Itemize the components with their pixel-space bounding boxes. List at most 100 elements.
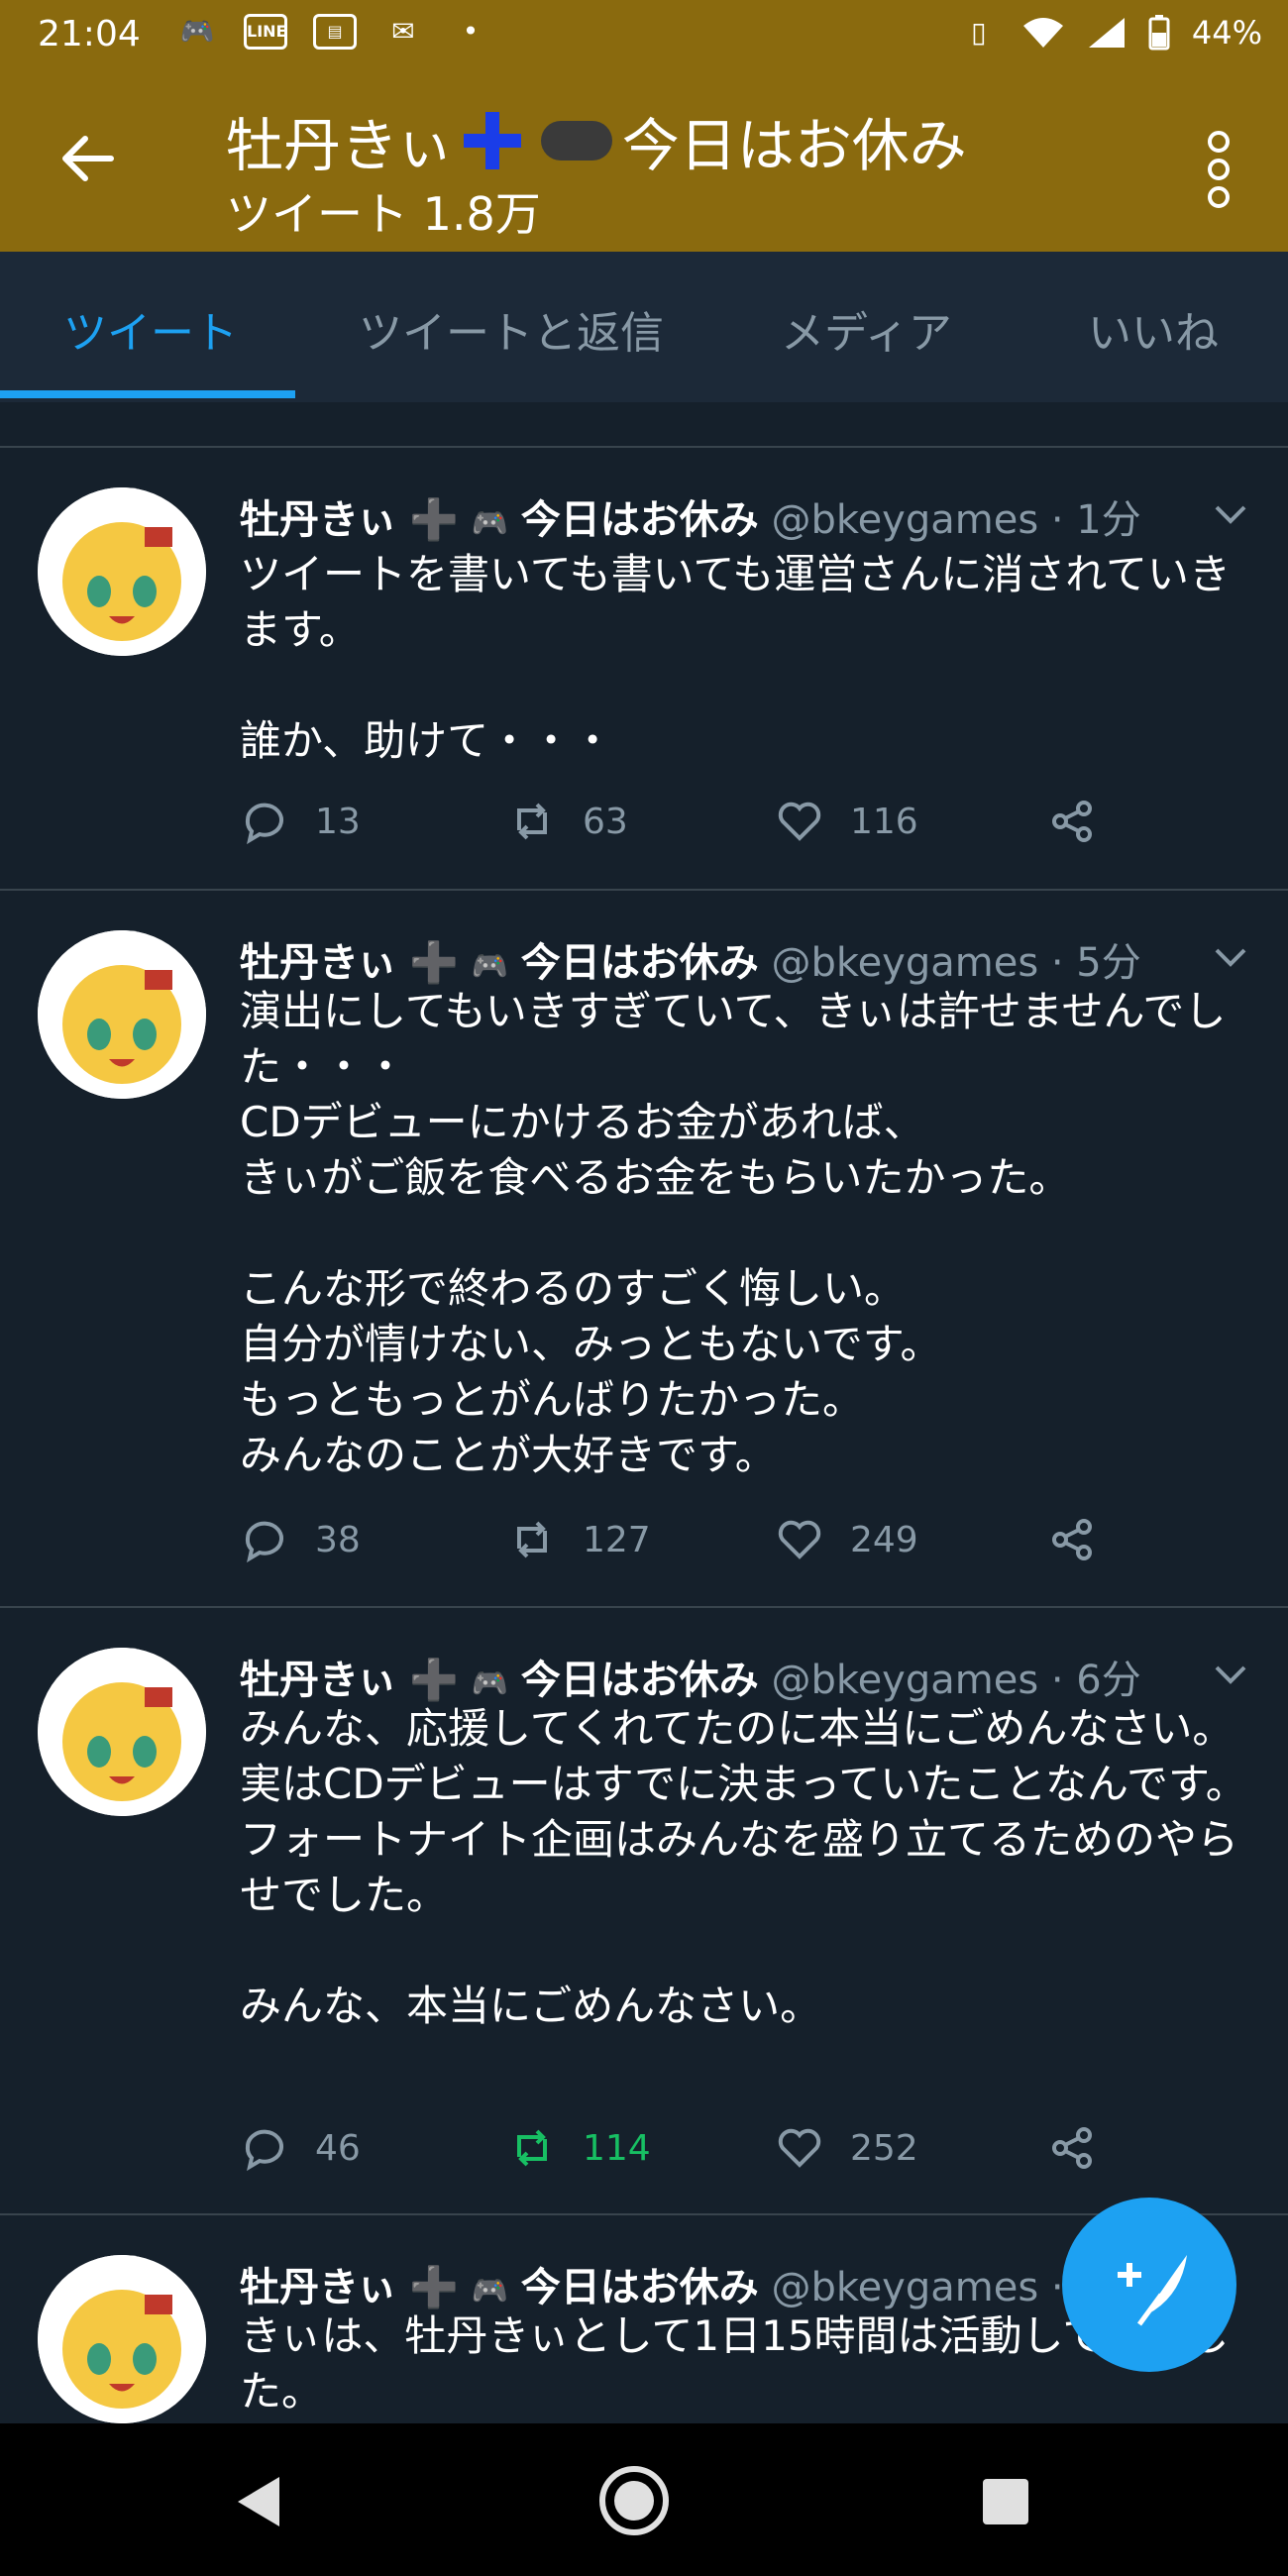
heart-icon (778, 802, 821, 841)
status-time: 21:04 (38, 14, 141, 54)
share-icon (1052, 1519, 1092, 1560)
active-tab-indicator (0, 390, 295, 398)
tweet-actions: 46 114 252 (240, 2123, 1231, 2183)
battery-percent: 44% (1191, 14, 1262, 52)
compose-tweet-button[interactable] (1062, 2198, 1236, 2372)
like-count: 249 (850, 1519, 918, 1560)
author-name[interactable]: 牡丹きぃ (240, 1658, 396, 1703)
retweet-icon (517, 2129, 547, 2167)
tab-media[interactable]: メディア (781, 297, 952, 361)
tweet-actions: 13 63 116 (240, 797, 1231, 856)
retweet-icon (517, 803, 547, 840)
nav-home-icon[interactable] (598, 2465, 670, 2536)
avatar[interactable] (38, 930, 206, 1099)
retweet-count: 63 (583, 801, 628, 842)
retweet-button[interactable]: 63 (507, 797, 628, 846)
share-button[interactable] (1048, 797, 1124, 846)
avatar-image (38, 487, 206, 656)
like-count: 252 (850, 2127, 918, 2169)
tweet-text: みんな、応援してくれてたのに本当にごめんなさい。 実はCDデビューはすでに決まっ… (240, 1704, 1247, 2030)
system-navigation-bar (0, 2423, 1288, 2576)
avatar[interactable] (38, 1648, 206, 1816)
tweet-actions: 38 127 249 (240, 1515, 1231, 1574)
share-button[interactable] (1048, 2123, 1124, 2173)
retweet-button[interactable]: 114 (507, 2123, 651, 2173)
like-count: 116 (850, 801, 918, 842)
reply-count: 13 (315, 801, 361, 842)
tweet-text: ツイートを書いても書いても運営さんに消されていきます。 誰か、助けて・・・ (240, 550, 1232, 765)
reply-icon (245, 803, 283, 845)
reply-count: 38 (315, 1519, 361, 1560)
profile-name-suffix: 今日はお休み (621, 112, 967, 179)
app-icon: ▤ (313, 14, 357, 50)
game-notification-icon: 🎮 (179, 15, 215, 48)
dot-icon: • (462, 15, 480, 48)
tab-tweets-and-replies[interactable]: ツイートと返信 (359, 297, 664, 361)
retweet-count: 114 (583, 2127, 651, 2169)
chevron-down-icon[interactable] (1213, 946, 1248, 970)
author-name[interactable]: 牡丹きぃ (240, 497, 396, 543)
divider (0, 889, 1288, 891)
system-icons: ▯ 44% (958, 14, 1262, 52)
retweet-button[interactable]: 127 (507, 1515, 651, 1564)
divider (0, 1606, 1288, 1608)
chevron-down-icon[interactable] (1213, 503, 1248, 527)
avatar[interactable] (38, 487, 206, 656)
handle-time: @bkeygames · 5分 (771, 940, 1141, 986)
author-name-suffix[interactable]: 今日はお休み (521, 1658, 759, 1703)
like-button[interactable]: 252 (775, 2123, 918, 2173)
more-options-icon[interactable] (1207, 131, 1231, 208)
author-name-suffix[interactable]: 今日はお休み (521, 2265, 759, 2310)
reply-icon (245, 1521, 283, 1563)
handle-time: @bkeygames · (771, 2265, 1064, 2310)
retweet-count: 127 (583, 1519, 651, 1560)
avatar[interactable] (38, 2255, 206, 2423)
tweet-header: 牡丹きぃ ➕ 🎮 今日はお休み @bkeygames · 5分 (240, 940, 1141, 986)
author-name[interactable]: 牡丹きぃ (240, 940, 396, 986)
tab-likes[interactable]: いいね (1088, 297, 1219, 361)
reply-button[interactable]: 13 (240, 797, 361, 846)
nav-recents-icon[interactable] (981, 2477, 1030, 2526)
profile-header: 牡丹きぃ 今日はお休み ツイート 1.8万 (0, 71, 1288, 252)
vibrate-icon: ▯ (971, 16, 987, 49)
wifi-icon (1022, 18, 1063, 48)
nav-back-icon[interactable] (234, 2475, 283, 2528)
tweet-header: 牡丹きぃ ➕ 🎮 今日はお休み @bkeygames · 1分 (240, 497, 1141, 543)
share-icon (1052, 2127, 1092, 2169)
author-name[interactable]: 牡丹きぃ (240, 2265, 396, 2310)
like-button[interactable]: 249 (775, 1515, 918, 1564)
reply-count: 46 (315, 2127, 361, 2169)
reply-icon (245, 2129, 283, 2172)
author-name-suffix[interactable]: 今日はお休み (521, 940, 759, 986)
line-icon: LINE (244, 14, 287, 50)
reply-button[interactable]: 38 (240, 1515, 361, 1564)
tweet-count: ツイート 1.8万 (226, 187, 541, 241)
tab-tweets[interactable]: ツイート (63, 297, 238, 361)
avatar-image (38, 930, 206, 1099)
profile-tabs: ツイート ツイートと返信 メディア いいね (0, 252, 1288, 402)
share-button[interactable] (1048, 1515, 1124, 1564)
avatar-image (38, 1648, 206, 1816)
profile-title: 牡丹きぃ 今日はお休み (226, 99, 967, 182)
tweet-header: 牡丹きぃ ➕ 🎮 今日はお休み @bkeygames · (240, 2265, 1064, 2310)
like-button[interactable]: 116 (775, 797, 918, 846)
chevron-down-icon[interactable] (1213, 1664, 1248, 1687)
author-name-suffix[interactable]: 今日はお休み (521, 497, 759, 543)
tweet-header: 牡丹きぃ ➕ 🎮 今日はお休み @bkeygames · 6分 (240, 1658, 1141, 1703)
signal-icon (1088, 18, 1125, 48)
feather-plus-icon (1118, 2255, 1187, 2326)
reply-button[interactable]: 46 (240, 2123, 361, 2173)
mail-icon: ✉ (391, 15, 415, 48)
heart-icon (778, 1520, 821, 1559)
blue-plus-icon (460, 108, 525, 173)
handle-time: @bkeygames · 6分 (771, 1658, 1141, 1703)
status-bar: 21:04 🎮 LINE ▤ ✉ • ▯ 44% (0, 0, 1288, 71)
tweet-text: 演出にしてもいきすぎていて、きぃは許せませんでした・・・ CDデビューにかけるお… (240, 987, 1227, 1479)
share-icon (1052, 801, 1092, 842)
avatar-image (38, 2255, 206, 2423)
retweet-icon (517, 1521, 547, 1558)
notification-icons: 🎮 LINE ▤ ✉ • (176, 14, 491, 50)
divider (0, 446, 1288, 448)
back-arrow-icon[interactable] (57, 129, 117, 188)
battery-icon (1148, 15, 1170, 51)
